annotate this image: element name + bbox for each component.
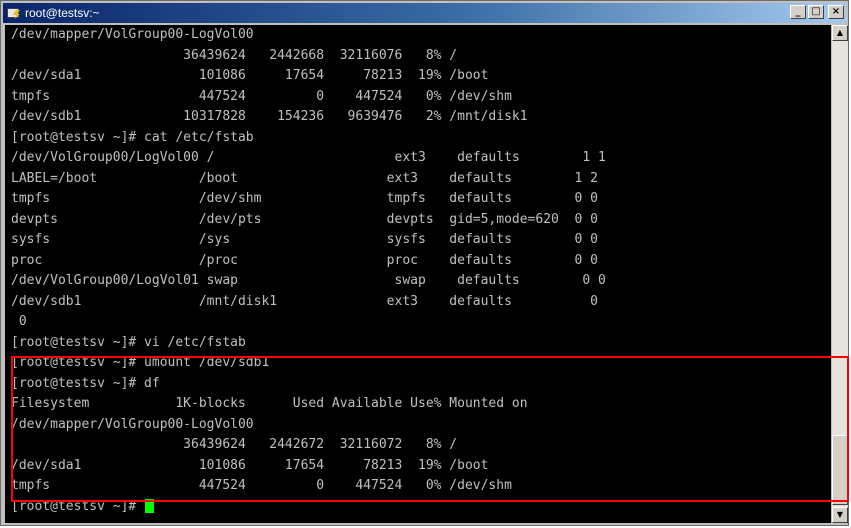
terminal-line: 36439624 2442668 32116076 8% /	[11, 47, 458, 63]
terminal-line: 36439624 2442672 32116072 8% /	[11, 437, 458, 452]
terminal-line: [root@testsv ~]# df	[11, 375, 160, 391]
terminal-line: /dev/sdb1 10317828 154236 9639476 2% /mn…	[11, 109, 528, 124]
terminal-line: /dev/sda1 101086 17654 78213 19% /boot	[11, 457, 489, 473]
terminal-output[interactable]: /dev/mapper/VolGroup00-LogVol00 36439624…	[5, 25, 831, 523]
prompt-line[interactable]: [root@testsv ~]#	[11, 497, 155, 518]
scrollbar-thumb[interactable]	[832, 435, 848, 505]
terminal-line: tmpfs 447524 0 447524 0% /dev/shm	[11, 88, 512, 104]
terminal-line: proc /proc proc defaults 0 0	[11, 252, 598, 268]
maximize-button[interactable]: □	[808, 5, 824, 19]
terminal-line: Filesystem 1K-blocks Used Available Use%…	[11, 396, 528, 411]
scroll-down-button[interactable]: ▼	[832, 507, 848, 523]
terminal-line: 0	[11, 314, 27, 329]
terminal-line: /dev/sda1 101086 17654 78213 19% /boot	[11, 68, 489, 83]
terminal-line: tmpfs /dev/shm tmpfs defaults 0 0	[11, 191, 598, 206]
close-button[interactable]: ×	[828, 5, 844, 19]
terminal-line: /dev/mapper/VolGroup00-LogVol00	[11, 416, 254, 432]
terminal-line: /dev/VolGroup00/LogVol00 / ext3 defaults…	[11, 150, 606, 165]
terminal-line: tmpfs 447524 0 447524 0% /dev/shm	[11, 478, 512, 493]
terminal-window: root@testsv:~ _ □ × /dev/mapper/VolGroup…	[0, 0, 849, 526]
terminal-line: [root@testsv ~]# cat /etc/fstab	[11, 129, 254, 145]
terminal-line: [root@testsv ~]# vi /etc/fstab	[11, 334, 246, 350]
vertical-scrollbar[interactable]: ▲ ▼	[832, 25, 848, 523]
window-controls: _ □ ×	[790, 5, 844, 19]
terminal-line: /dev/VolGroup00/LogVol01 swap swap defau…	[11, 273, 606, 288]
terminal-line: devpts /dev/pts devpts gid=5,mode=620 0 …	[11, 211, 598, 227]
window-title: root@testsv:~	[25, 6, 100, 20]
terminal-line: sysfs /sys sysfs defaults 0 0	[11, 232, 598, 247]
title-bar[interactable]: root@testsv:~ _ □ ×	[3, 3, 846, 23]
text-cursor	[145, 499, 155, 513]
putty-icon[interactable]	[7, 6, 21, 20]
terminal-line: [root@testsv ~]# umount /dev/sdb1	[11, 355, 270, 370]
shell-prompt: [root@testsv ~]#	[11, 498, 145, 514]
terminal-line: /dev/sdb1 /mnt/disk1 ext3 defaults 0	[11, 293, 598, 309]
terminal-line: LABEL=/boot /boot ext3 defaults 1 2	[11, 170, 598, 186]
terminal-line: /dev/mapper/VolGroup00-LogVol00	[11, 27, 254, 42]
minimize-button[interactable]: _	[790, 5, 806, 19]
scroll-up-button[interactable]: ▲	[832, 25, 848, 41]
